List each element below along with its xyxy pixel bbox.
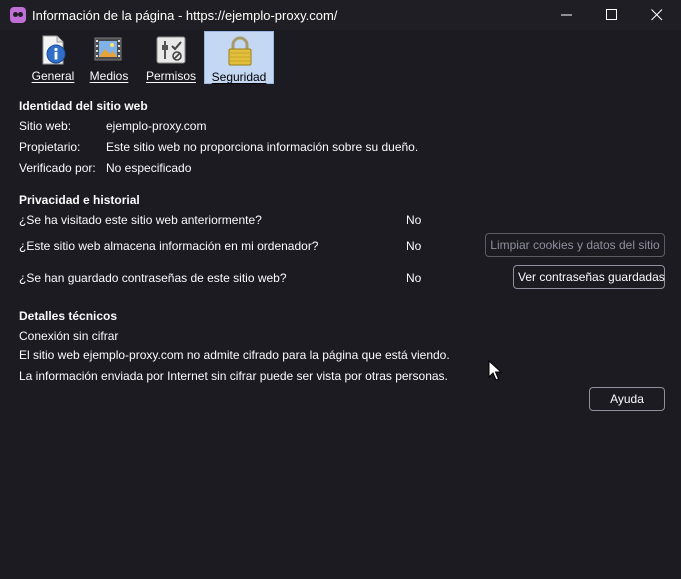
info-icon <box>42 35 66 65</box>
minimize-icon <box>561 14 572 16</box>
clear-cookies-button[interactable]: Limpiar cookies y datos del sitio <box>485 233 665 257</box>
tab-seguridad[interactable]: Seguridad <box>204 31 274 84</box>
owner-value: Este sitio web no proporciona informació… <box>106 140 419 154</box>
tab-general[interactable]: General <box>30 31 76 84</box>
passwords-answer: No <box>406 271 422 285</box>
storage-question: ¿Este sitio web almacena información en … <box>19 239 319 253</box>
unencrypted-warning: La información enviada por Internet sin … <box>19 369 448 383</box>
window-title: Información de la página - https://ejemp… <box>32 8 338 23</box>
tab-general-label: General <box>31 69 75 83</box>
private-browsing-icon <box>10 7 26 23</box>
security-panel: Identidad del sitio web Sitio web: ejemp… <box>0 85 681 579</box>
maximize-icon <box>606 9 617 20</box>
tab-toolbar: General Medios Permisos Seguridad <box>0 30 681 85</box>
identity-heading: Identidad del sitio web <box>19 99 148 113</box>
privacy-heading: Privacidad e historial <box>19 193 140 207</box>
tab-medios-label: Medios <box>89 69 129 83</box>
title-bar: Información de la página - https://ejemp… <box>0 0 681 30</box>
minimize-button[interactable] <box>544 0 590 30</box>
lock-icon <box>228 36 252 66</box>
tab-permisos-label: Permisos <box>145 69 196 83</box>
tab-medios[interactable]: Medios <box>86 31 132 84</box>
tab-seguridad-label: Seguridad <box>211 70 267 84</box>
owner-label: Propietario: <box>19 140 81 154</box>
visited-question: ¿Se ha visitado este sitio web anteriorm… <box>19 213 262 227</box>
maximize-button[interactable] <box>589 0 635 30</box>
site-value: ejemplo-proxy.com <box>106 119 207 133</box>
permissions-icon <box>156 36 186 64</box>
storage-answer: No <box>406 239 422 253</box>
verified-value: No especificado <box>106 161 192 175</box>
visited-answer: No <box>406 213 422 227</box>
connection-status: Conexión sin cifrar <box>19 329 119 343</box>
media-icon <box>94 37 122 61</box>
view-saved-passwords-button[interactable]: Ver contraseñas guardadas <box>513 265 665 289</box>
close-icon <box>651 9 663 21</box>
close-button[interactable] <box>634 0 680 30</box>
site-label: Sitio web: <box>19 119 72 133</box>
verified-label: Verificado por: <box>19 161 96 175</box>
help-button[interactable]: Ayuda <box>589 387 665 411</box>
tab-permisos[interactable]: Permisos <box>144 31 198 84</box>
passwords-question: ¿Se han guardado contraseñas de este sit… <box>19 271 287 285</box>
mouse-pointer-icon <box>488 360 502 381</box>
technical-heading: Detalles técnicos <box>19 309 118 323</box>
encryption-note: El sitio web ejemplo-proxy.com no admite… <box>19 348 450 362</box>
